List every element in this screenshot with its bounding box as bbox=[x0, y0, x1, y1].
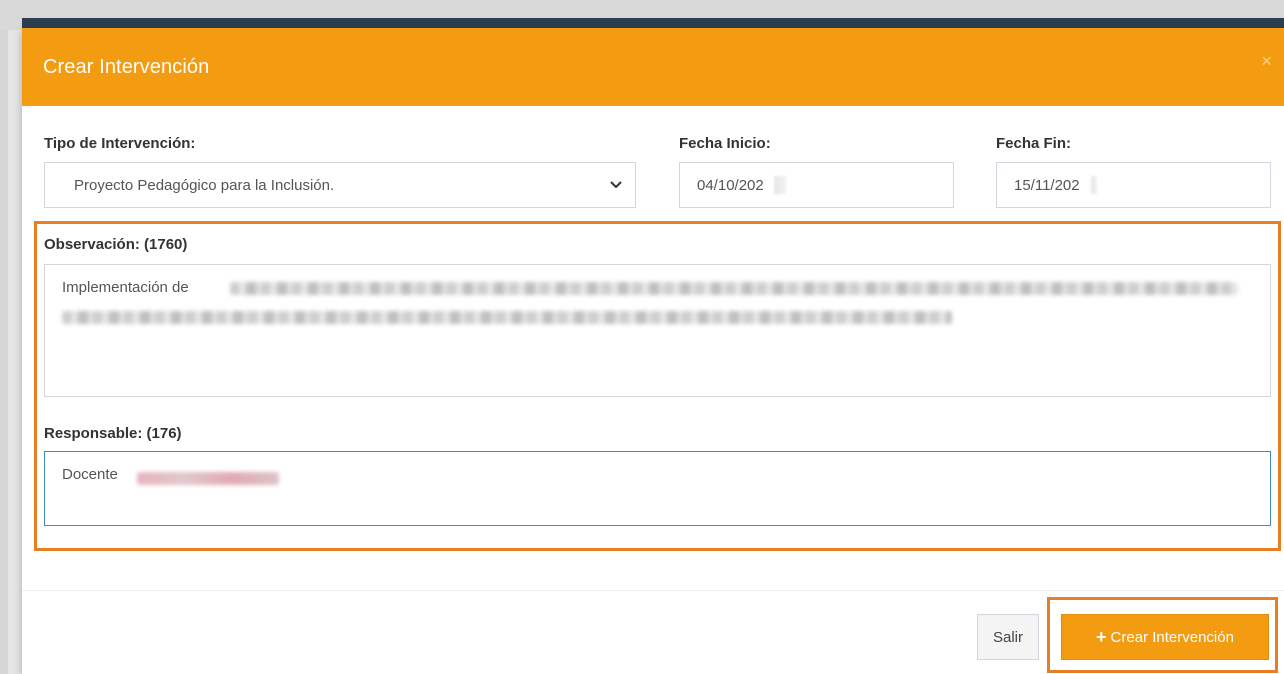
tipo-intervencion-select[interactable]: Proyecto Pedagógico para la Inclusión. bbox=[44, 162, 636, 208]
fecha-inicio-label: Fecha Inicio: bbox=[679, 135, 771, 152]
modal-footer-divider bbox=[22, 590, 1284, 591]
fecha-fin-value: 15/11/202 bbox=[1014, 177, 1080, 194]
redacted-text bbox=[62, 311, 952, 324]
tipo-intervencion-label: Tipo de Intervención: bbox=[44, 135, 196, 152]
fecha-inicio-value: 04/10/202 bbox=[697, 177, 764, 194]
redacted-digit bbox=[774, 176, 786, 194]
observacion-label: Observación: (1760) bbox=[44, 236, 188, 253]
fecha-inicio-input[interactable]: 04/10/202 bbox=[679, 162, 954, 208]
redacted-digit bbox=[1091, 176, 1097, 194]
chevron-down-icon bbox=[610, 181, 622, 189]
crear-intervencion-modal: Crear Intervención × Tipo de Intervenció… bbox=[22, 28, 1284, 674]
responsable-value: Docente bbox=[62, 466, 118, 483]
close-button[interactable]: × bbox=[1261, 52, 1272, 70]
redacted-name bbox=[137, 472, 279, 485]
redacted-text bbox=[230, 282, 1238, 295]
plus-icon: + bbox=[1096, 626, 1107, 647]
modal-title: Crear Intervención bbox=[43, 56, 210, 78]
salir-button[interactable]: Salir bbox=[977, 614, 1039, 660]
crear-intervencion-label: Crear Intervención bbox=[1110, 628, 1234, 646]
responsable-textarea[interactable]: Docente bbox=[44, 451, 1271, 526]
modal-header: Crear Intervención × bbox=[22, 28, 1284, 106]
fecha-fin-label: Fecha Fin: bbox=[996, 135, 1072, 152]
observacion-textarea[interactable]: Implementación de bbox=[44, 264, 1271, 397]
tipo-intervencion-value: Proyecto Pedagógico para la Inclusión. bbox=[74, 177, 335, 194]
responsable-label: Responsable: (176) bbox=[44, 425, 182, 442]
crear-intervencion-button[interactable]: + Crear Intervención bbox=[1061, 614, 1269, 660]
observacion-value: Implementación de bbox=[62, 279, 189, 296]
backdrop-edge bbox=[0, 0, 8, 674]
fecha-fin-input[interactable]: 15/11/202 bbox=[996, 162, 1271, 208]
